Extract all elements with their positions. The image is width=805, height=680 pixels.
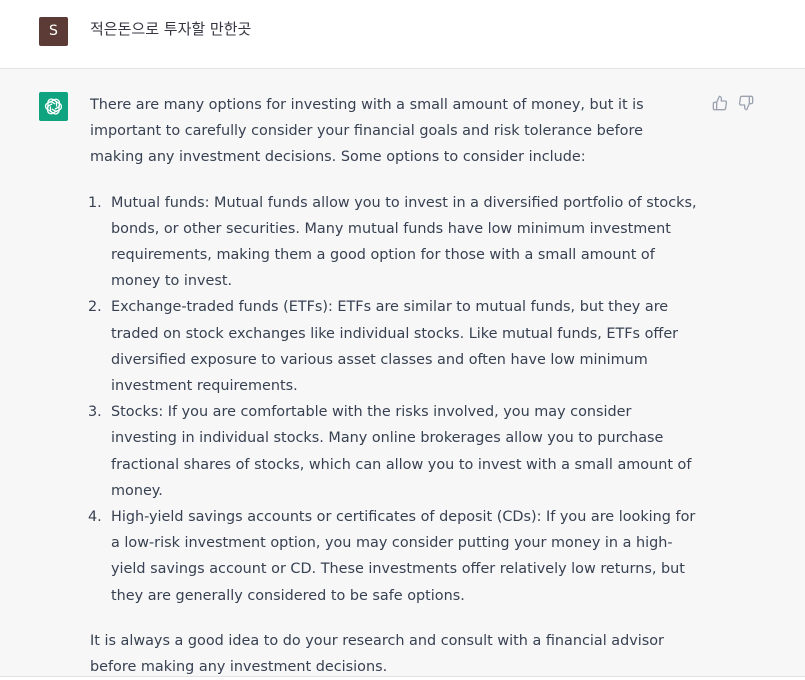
list-item-number: 2. xyxy=(88,299,102,316)
thumbs-up-icon xyxy=(712,95,728,111)
list-item-number: 4. xyxy=(88,509,102,526)
list-item-number: 3. xyxy=(88,404,102,421)
assistant-message-row: There are many options for investing wit… xyxy=(0,69,805,677)
thumbs-up-button[interactable] xyxy=(712,95,728,111)
list-item: 1. Mutual funds: Mutual funds allow you … xyxy=(88,190,700,295)
user-avatar: S xyxy=(39,17,68,46)
thumbs-down-icon xyxy=(738,95,754,111)
list-item: 3. Stocks: If you are comfortable with t… xyxy=(88,399,700,504)
list-item-text: High-yield savings accounts or certifica… xyxy=(111,509,696,604)
list-item-text: Mutual funds: Mutual funds allow you to … xyxy=(111,194,697,290)
user-message-text: 적은돈으로 투자할 만한곳 xyxy=(90,20,252,38)
closing-paragraph: It is always a good idea to do your rese… xyxy=(90,632,664,676)
thumbs-down-button[interactable] xyxy=(738,95,754,111)
option-list: 1. Mutual funds: Mutual funds allow you … xyxy=(88,190,700,609)
list-item-number: 1. xyxy=(88,194,102,211)
assistant-avatar xyxy=(39,92,68,121)
list-item-text: Exchange-traded funds (ETFs): ETFs are s… xyxy=(111,299,679,395)
openai-logo-icon xyxy=(44,98,63,115)
list-item: 2. Exchange-traded funds (ETFs): ETFs ar… xyxy=(88,294,700,399)
assistant-message-text: There are many options for investing wit… xyxy=(88,92,700,680)
user-message-row: S 적은돈으로 투자할 만한곳 xyxy=(0,0,805,69)
list-item-text: Stocks: If you are comfortable with the … xyxy=(111,404,692,499)
list-item: 4. High-yield savings accounts or certif… xyxy=(88,504,700,609)
intro-paragraph: There are many options for investing wit… xyxy=(90,97,644,166)
